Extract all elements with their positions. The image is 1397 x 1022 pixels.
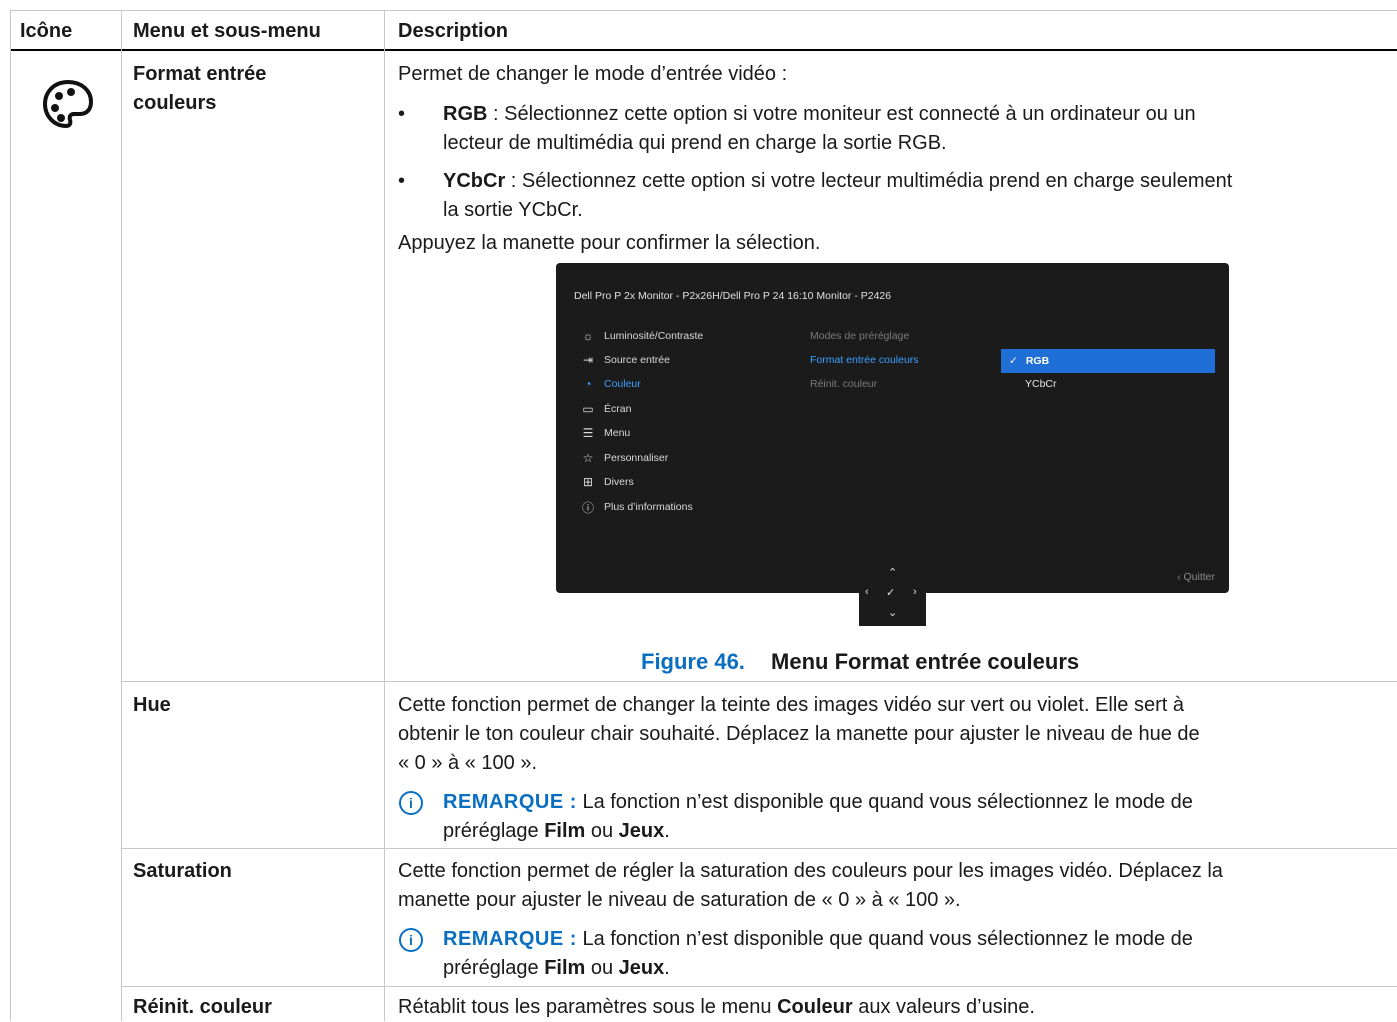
bullet-term: RGB <box>443 103 488 125</box>
joystick-indicator: ⌃ ‹ ✓ › ⌄ <box>859 562 926 626</box>
reinit-text: Rétablit tous les paramètres sous le men… <box>398 996 778 1018</box>
note-text: . <box>664 820 670 842</box>
chevron-left-icon: ‹ <box>865 586 869 598</box>
osd-screenshot: Dell Pro P 2x Monitor - P2x26H/Dell Pro … <box>556 263 1229 593</box>
figure-caption: Figure 46. Menu Format entrée couleurs <box>641 649 1079 675</box>
osd-menu-label: Source entrée <box>604 354 670 366</box>
saturation-note-cont: préréglage Film ou Jeux. <box>443 954 670 983</box>
osd-sub-reinit-couleur: Réinit. couleur <box>810 378 878 390</box>
note-text: . <box>664 957 670 979</box>
saturation-note: REMARQUE : La fonction n’est disponible … <box>443 925 1193 954</box>
figure-title: Menu Format entrée couleurs <box>771 649 1080 674</box>
menu-list-icon: ☰ <box>582 426 594 440</box>
hue-line-3: « 0 » à « 100 ». <box>398 752 538 774</box>
hue-note: REMARQUE : La fonction n’est disponible … <box>443 788 1193 817</box>
chevron-up-icon: ⌃ <box>888 567 898 579</box>
osd-quit-label: Quitter <box>1183 571 1215 583</box>
saturation-line-1: Cette fonction permet de régler la satur… <box>398 860 1223 882</box>
format-outro: Appuyez la manette pour confirmer la sél… <box>398 232 821 254</box>
note-bold: Jeux <box>618 957 665 979</box>
row-divider <box>121 848 1397 849</box>
osd-menu-label: Menu <box>604 427 631 439</box>
display-icon: ▭ <box>582 402 594 416</box>
osd-menu-item-couleur: ◔ Couleur <box>580 374 641 394</box>
osd-menu-item-menu: ☰ Menu <box>580 423 631 443</box>
bullet-text-cont: lecteur de multimédia qui prend en charg… <box>443 132 947 154</box>
osd-menu-item-source: ⇥ Source entrée <box>580 350 670 370</box>
osd-menu-label: Luminosité/Contraste <box>604 330 704 342</box>
note-label: REMARQUE : <box>443 791 577 813</box>
osd-menu-item-plus-infos: ⓘ Plus d’informations <box>580 497 693 517</box>
figure-number: Figure 46. <box>641 649 745 674</box>
note-text: La fonction n’est disponible que quand v… <box>576 791 1193 813</box>
note-bold: Film <box>544 820 586 842</box>
osd-sub-modes-preglage: Modes de préréglage <box>810 330 910 342</box>
osd-menu-item-divers: ⊞ Divers <box>580 472 634 492</box>
table-top-border <box>10 10 1397 11</box>
osd-menu-item-ecran: ▭ Écran <box>580 399 631 419</box>
note-bold: Film <box>544 957 586 979</box>
note-text: La fonction n’est disponible que quand v… <box>576 928 1193 950</box>
input-source-icon: ⇥ <box>582 353 594 367</box>
check-icon: ✓ <box>886 587 896 599</box>
hue-line-2: obtenir le ton couleur chair souhaité. D… <box>398 723 1200 745</box>
palette-icon <box>40 76 96 132</box>
checkmark-icon: ✓ <box>1009 355 1018 367</box>
osd-menu-label: Couleur <box>604 378 641 390</box>
chevron-right-icon: › <box>913 586 917 598</box>
table-col-divider-1 <box>121 10 122 1021</box>
info-icon: i <box>399 928 423 952</box>
bullet-text-cont: la sortie YCbCr. <box>443 199 583 221</box>
osd-quit: ‹ Quitter <box>1177 571 1215 583</box>
osd-option-ycbcr: YCbCr <box>1025 378 1057 390</box>
bullet-term: YCbCr <box>443 170 506 192</box>
bullet-text: : Sélectionnez cette option si votre lec… <box>505 170 1233 192</box>
reinit-bold: Couleur <box>777 996 853 1018</box>
table-header-border <box>10 49 1397 51</box>
palette-icon: ◔ <box>584 377 592 391</box>
osd-menu-label: Écran <box>604 403 632 415</box>
others-icon: ⊞ <box>582 475 594 489</box>
note-text: ou <box>585 820 619 842</box>
osd-sub-format-entree: Format entrée couleurs <box>810 354 919 366</box>
osd-menu-item-personnaliser: ☆ Personnaliser <box>580 448 669 468</box>
chevron-left-icon: ‹ <box>1177 571 1181 583</box>
note-text: ou <box>585 957 619 979</box>
osd-title: Dell Pro P 2x Monitor - P2x26H/Dell Pro … <box>574 290 892 302</box>
note-text: préréglage <box>443 957 545 979</box>
chevron-down-icon: ⌄ <box>888 607 898 619</box>
note-bold: Jeux <box>618 820 665 842</box>
saturation-line-2: manette pour ajuster le niveau de satura… <box>398 889 961 911</box>
hue-note-cont: préréglage Film ou Jeux. <box>443 817 670 846</box>
table-col-divider-2 <box>384 10 385 1021</box>
menu-reinit-couleur: Réinit. couleur <box>133 996 272 1018</box>
header-menu: Menu et sous-menu <box>133 20 321 42</box>
osd-menu-label: Divers <box>604 476 634 488</box>
reinit-text: aux valeurs d’usine. <box>852 996 1035 1018</box>
menu-format-entree-couleurs: Format entrée couleurs <box>133 63 267 114</box>
osd-menu-label: Plus d’informations <box>604 501 693 513</box>
menu-saturation: Saturation <box>133 860 232 882</box>
note-text: préréglage <box>443 820 545 842</box>
header-description: Description <box>398 20 509 42</box>
info-icon: ⓘ <box>581 500 594 515</box>
hue-line-1: Cette fonction permet de changer la tein… <box>398 694 1184 716</box>
brightness-icon: ☼ <box>582 329 594 343</box>
row-divider <box>121 986 1397 987</box>
info-icon: i <box>399 791 423 815</box>
row-divider <box>121 681 1397 682</box>
bullet-text: : Sélectionnez cette option si votre mon… <box>487 103 1196 125</box>
format-intro: Permet de changer le mode d’entrée vidéo… <box>398 63 788 85</box>
menu-hue: Hue <box>133 694 171 716</box>
star-icon: ☆ <box>582 451 594 465</box>
reinit-description: Rétablit tous les paramètres sous le men… <box>398 993 1035 1022</box>
osd-option-rgb-selected: ✓ RGB <box>1001 349 1215 373</box>
osd-option-label: RGB <box>1025 355 1050 367</box>
header-icon: Icône <box>20 20 73 42</box>
osd-menu-item-luminosite: ☼ Luminosité/Contraste <box>580 326 704 346</box>
note-label: REMARQUE : <box>443 928 577 950</box>
table-border-left <box>10 10 11 1021</box>
osd-menu-label: Personnaliser <box>604 452 669 464</box>
